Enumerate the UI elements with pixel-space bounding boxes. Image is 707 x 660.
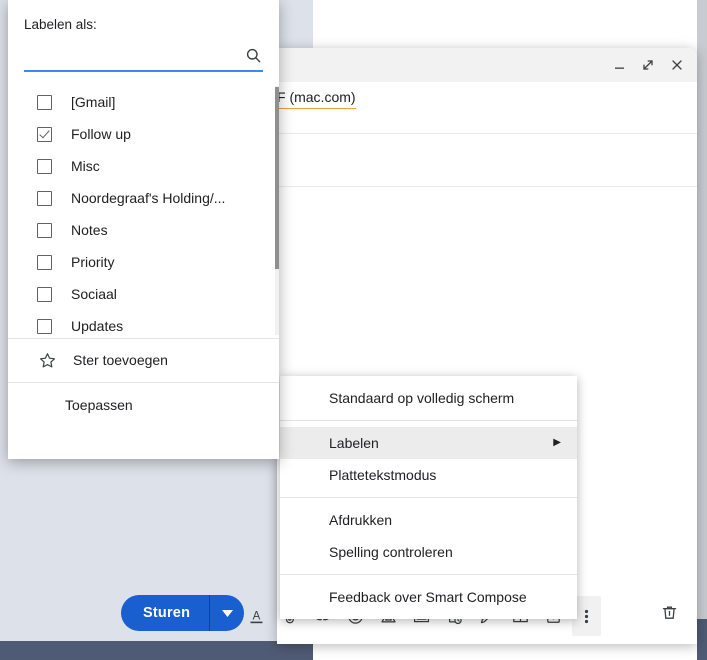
context-menu-item-plaintext[interactable]: Plattetekstmodus: [280, 459, 577, 491]
context-menu-item-label: Feedback over Smart Compose: [329, 589, 527, 605]
add-star-action[interactable]: Ster toevoegen: [8, 344, 279, 376]
close-icon[interactable]: [669, 57, 685, 73]
context-menu-item-fullscreen[interactable]: Standaard op volledig scherm: [280, 382, 577, 414]
context-menu-item-label: Standaard op volledig scherm: [329, 390, 515, 406]
taskbar: [0, 641, 313, 660]
labels-dropdown-separator: [8, 338, 279, 339]
body-divider: [277, 186, 697, 187]
label-name: Follow up: [71, 126, 131, 142]
label-list-item[interactable]: Misc: [8, 150, 279, 182]
context-menu: Standaard op volledig scherm Labelen ▶ P…: [280, 376, 577, 619]
minimize-icon[interactable]: [611, 57, 627, 73]
label-search-input[interactable]: [24, 42, 232, 68]
context-menu-separator: [280, 574, 577, 575]
recipient-row[interactable]: F (mac.com): [277, 82, 697, 120]
label-name: Misc: [71, 158, 100, 174]
recipient-chip[interactable]: F (mac.com): [277, 89, 356, 109]
trash-icon[interactable]: [655, 598, 683, 626]
svg-text:A: A: [253, 610, 261, 622]
context-menu-item-label: Labelen: [329, 435, 379, 451]
label-checkbox[interactable]: [37, 158, 52, 174]
context-menu-item-label: Afdrukken: [329, 512, 393, 528]
context-menu-item-smart-compose-feedback[interactable]: Feedback over Smart Compose: [280, 581, 577, 613]
label-checkbox[interactable]: [37, 254, 52, 270]
label-name: Sociaal: [71, 286, 117, 302]
apply-button-label: Toepassen: [65, 397, 133, 413]
context-menu-separator: [280, 497, 577, 498]
submenu-arrow-icon: ▶: [553, 437, 561, 448]
page-scrollbar-thumb[interactable]: [697, 619, 707, 660]
label-list-item[interactable]: Notes: [8, 214, 279, 246]
label-name: Updates: [71, 318, 124, 334]
star-outline-icon: [39, 352, 56, 369]
label-checkbox[interactable]: [37, 286, 52, 302]
label-checkbox[interactable]: [37, 190, 52, 206]
label-list-item[interactable]: [Gmail]: [8, 86, 279, 118]
label-checkbox[interactable]: [37, 318, 52, 334]
expand-icon[interactable]: [640, 57, 656, 73]
search-icon[interactable]: [243, 45, 263, 65]
add-star-label: Ster toevoegen: [73, 352, 168, 368]
labels-dropdown-title: Labelen als:: [24, 17, 97, 32]
context-menu-item-labelen[interactable]: Labelen ▶: [280, 427, 577, 459]
label-name: Noordegraaf's Holding/...: [71, 190, 226, 206]
label-list-item[interactable]: Noordegraaf's Holding/...: [8, 182, 279, 214]
send-button[interactable]: Sturen: [121, 595, 245, 631]
label-name: [Gmail]: [71, 94, 116, 110]
page-scrollbar-track[interactable]: [697, 0, 707, 660]
apply-button[interactable]: Toepassen: [8, 390, 279, 420]
label-list-scrollbar-thumb[interactable]: [275, 87, 279, 269]
label-name: Priority: [71, 254, 115, 270]
compose-window-header: [277, 48, 697, 82]
window-controls: [611, 48, 685, 82]
context-menu-item-label: Spelling controleren: [329, 544, 453, 560]
label-checkbox[interactable]: [37, 222, 52, 238]
context-menu-item-spellcheck[interactable]: Spelling controleren: [280, 536, 577, 568]
label-name: Notes: [71, 222, 108, 238]
label-list-item[interactable]: Priority: [8, 246, 279, 278]
label-list-item[interactable]: Follow up: [8, 118, 279, 150]
label-checkbox[interactable]: [37, 94, 52, 110]
label-search-field[interactable]: [24, 42, 263, 72]
formatting-options-icon[interactable]: A: [240, 600, 273, 633]
context-menu-item-print[interactable]: Afdrukken: [280, 504, 577, 536]
label-list[interactable]: [Gmail] Follow up Misc Noordegraaf's Hol…: [8, 86, 279, 335]
labels-dropdown-separator: [8, 382, 279, 383]
label-checkbox[interactable]: [37, 126, 52, 142]
label-list-item[interactable]: Sociaal: [8, 278, 279, 310]
context-menu-separator: [280, 420, 577, 421]
send-button-label: Sturen: [143, 605, 191, 621]
label-list-item[interactable]: Updates: [8, 310, 279, 335]
subject-divider: [277, 133, 697, 134]
labels-dropdown: Labelen als: [Gmail] Follow up Misc Noor…: [8, 0, 279, 459]
context-menu-item-label: Plattetekstmodus: [329, 467, 437, 483]
